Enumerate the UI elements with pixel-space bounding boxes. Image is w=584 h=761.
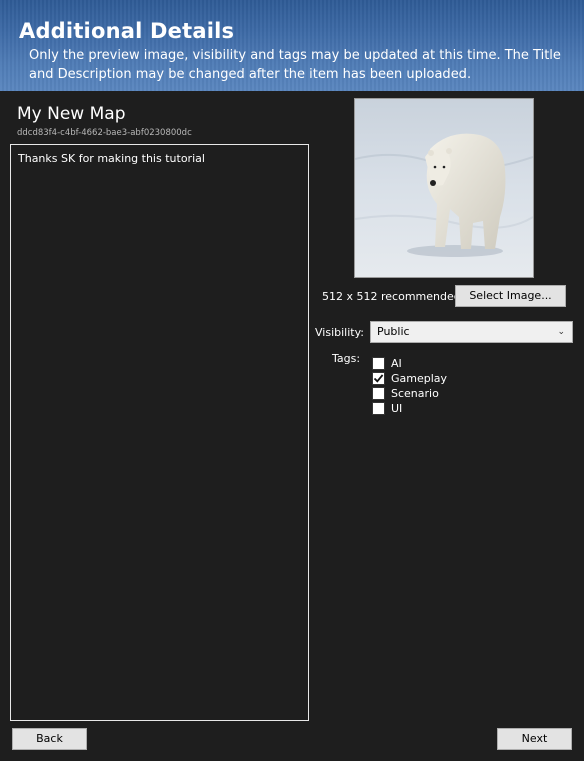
- tag-label-ai: AI: [391, 357, 402, 370]
- tag-item-ai[interactable]: AI: [372, 356, 447, 371]
- preview-image: [354, 98, 534, 278]
- chevron-down-icon: ⌄: [557, 327, 565, 337]
- checkmark-icon: [373, 374, 384, 383]
- recommended-size-label: 512 x 512 recommended: [322, 290, 461, 303]
- back-button[interactable]: Back: [12, 728, 87, 750]
- header-description: Only the preview image, visibility and t…: [29, 48, 561, 82]
- polar-bear-photo: [355, 99, 533, 277]
- tags-label: Tags:: [332, 352, 361, 365]
- tag-label-gameplay: Gameplay: [391, 372, 448, 385]
- visibility-dropdown[interactable]: Public ⌄: [370, 321, 573, 343]
- tag-checkbox-gameplay[interactable]: [372, 372, 385, 385]
- tags-list: AI Gameplay Scenario UI: [372, 356, 447, 416]
- tag-checkbox-ui[interactable]: [372, 402, 385, 415]
- page-title: Additional Details: [19, 19, 235, 43]
- tag-item-ui[interactable]: UI: [372, 401, 447, 416]
- tag-item-gameplay[interactable]: Gameplay: [372, 371, 447, 386]
- visibility-selected-value: Public: [377, 325, 410, 338]
- visibility-label: Visibility:: [315, 326, 365, 339]
- tag-checkbox-ai[interactable]: [372, 357, 385, 370]
- tag-checkbox-scenario[interactable]: [372, 387, 385, 400]
- description-text: Thanks SK for making this tutorial: [18, 152, 205, 165]
- description-textarea[interactable]: Thanks SK for making this tutorial: [10, 144, 309, 721]
- item-name: My New Map: [17, 104, 126, 124]
- tag-item-scenario[interactable]: Scenario: [372, 386, 447, 401]
- select-image-button[interactable]: Select Image...: [455, 285, 566, 307]
- header-banner: Additional Details Only the preview imag…: [0, 0, 584, 91]
- next-button[interactable]: Next: [497, 728, 572, 750]
- tag-label-scenario: Scenario: [391, 387, 439, 400]
- tag-label-ui: UI: [391, 402, 403, 415]
- item-id: ddcd83f4-c4bf-4662-bae3-abf0230800dc: [17, 128, 192, 138]
